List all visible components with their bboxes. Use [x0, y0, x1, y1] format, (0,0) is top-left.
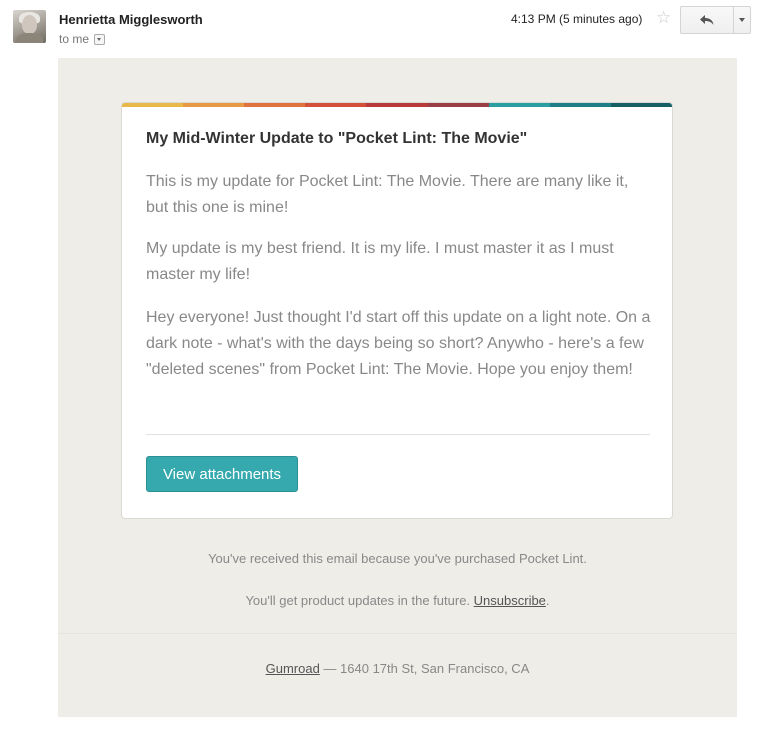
reply-icon: [700, 15, 714, 25]
stripe-segment: [122, 103, 184, 107]
gumroad-link[interactable]: Gumroad: [266, 661, 320, 676]
stripe-segment: [549, 103, 611, 107]
footer: Gumroad — 1640 17th St, San Francisco, C…: [58, 661, 737, 676]
unsubscribe-link[interactable]: Unsubscribe: [474, 593, 546, 608]
recipient-row: to me: [59, 32, 106, 46]
email-body: My Mid-Winter Update to "Pocket Lint: Th…: [58, 58, 737, 717]
reply-button-group: [680, 6, 751, 34]
footer-divider: [58, 633, 737, 634]
sender-avatar[interactable]: [13, 10, 46, 43]
divider: [146, 434, 650, 435]
star-icon[interactable]: ☆: [656, 8, 671, 28]
updates-period: .: [545, 593, 550, 608]
stripe-segment: [610, 103, 672, 107]
stripe-segment: [366, 103, 428, 107]
recipient-details-dropdown-icon[interactable]: [94, 33, 106, 45]
avatar-body: [16, 33, 43, 43]
sender-name[interactable]: Henrietta Migglesworth: [59, 12, 203, 27]
update-paragraph: Hey everyone! Just thought I'd start off…: [146, 309, 651, 378]
update-card: My Mid-Winter Update to "Pocket Lint: Th…: [121, 102, 673, 519]
update-paragraph: This is my update for Pocket Lint: The M…: [146, 173, 629, 216]
update-paragraph: My update is my best friend. It is my li…: [146, 240, 614, 283]
updates-text: You'll get product updates in the future…: [245, 593, 474, 608]
recipient-label: to me: [59, 32, 90, 46]
avatar-face: [22, 15, 37, 34]
purchase-notice: You've received this email because you'v…: [208, 551, 587, 566]
received-timestamp: 4:13 PM (5 minutes ago): [511, 12, 643, 26]
stripe-segment: [305, 103, 367, 107]
stripe-segment: [244, 103, 306, 107]
color-stripe: [122, 103, 672, 107]
view-attachments-button[interactable]: View attachments: [146, 456, 298, 492]
stripe-segment: [427, 103, 489, 107]
stripe-segment: [488, 103, 550, 107]
footer-address: — 1640 17th St, San Francisco, CA: [319, 661, 530, 676]
update-title: My Mid-Winter Update to "Pocket Lint: Th…: [146, 130, 528, 147]
more-actions-button[interactable]: [734, 7, 750, 33]
updates-notice: You'll get product updates in the future…: [58, 593, 737, 608]
reply-button[interactable]: [681, 7, 734, 33]
chevron-down-icon: [739, 18, 745, 22]
stripe-segment: [183, 103, 245, 107]
